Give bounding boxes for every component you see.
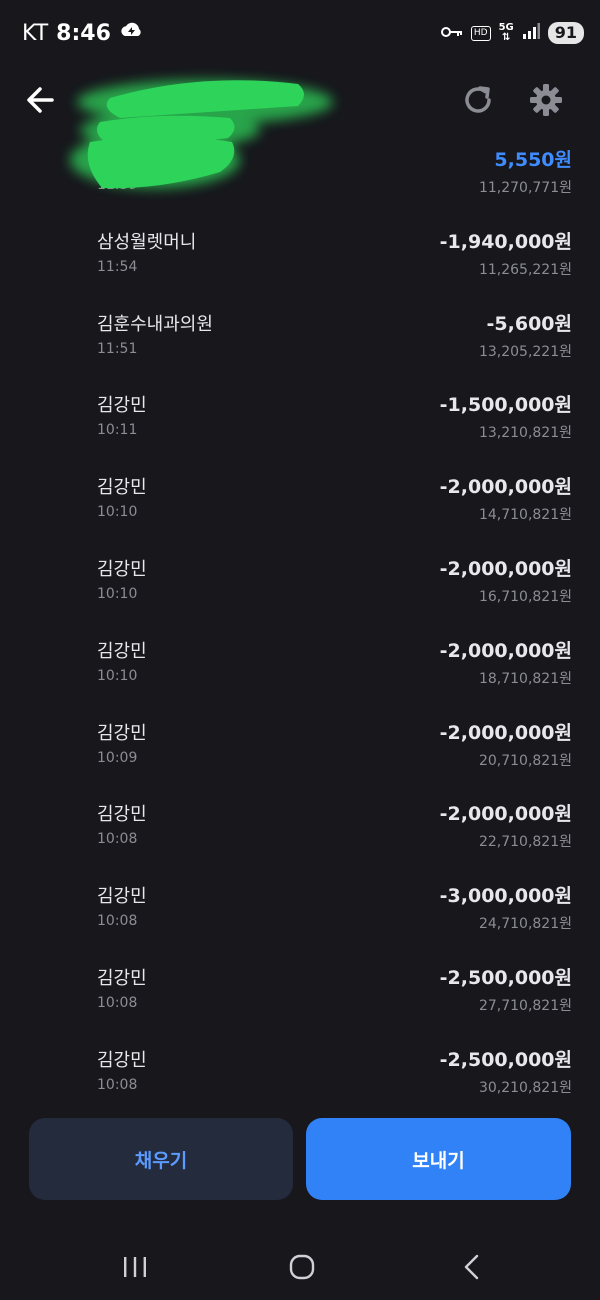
transaction-time: 10:08 xyxy=(97,913,138,930)
transaction-time: 11:54 xyxy=(97,258,138,275)
status-right: HD 5G ⇅ 91 xyxy=(440,22,584,44)
transaction-amount: -3,000,000원 xyxy=(439,885,572,908)
transaction-balance: 18,710,821원 xyxy=(478,670,572,687)
recents-button[interactable] xyxy=(120,1252,150,1282)
transaction-amount: -2,000,000원 xyxy=(439,476,572,499)
transaction-balance: 16,710,821원 xyxy=(478,588,572,605)
transaction-row[interactable]: 삼성월렛머니 11:54 -1,940,000원 11,265,221원 xyxy=(0,222,600,304)
network-5g-icon: 5G ⇅ xyxy=(498,22,514,43)
transaction-amount: -2,000,000원 xyxy=(439,557,572,580)
transaction-amount: -1,940,000원 xyxy=(439,230,572,253)
transaction-balance: 20,710,821원 xyxy=(478,752,572,769)
network-label: 5G xyxy=(498,22,514,33)
transaction-name: 김강민 xyxy=(97,640,147,662)
transaction-amount: -2,000,000원 xyxy=(439,721,572,744)
back-button[interactable] xyxy=(22,80,62,120)
transaction-row[interactable]: 김강민 10:10 -2,000,000원 16,710,821원 xyxy=(0,549,600,631)
transaction-name: 김강민 xyxy=(97,804,147,826)
transaction-amount: -2,500,000원 xyxy=(439,1048,572,1071)
transaction-row[interactable]: 김훈수내과의원 11:51 -5,600원 13,205,221원 xyxy=(0,304,600,386)
home-icon xyxy=(289,1254,315,1280)
gear-icon xyxy=(530,84,562,116)
transaction-name: 삼성월렛머니 xyxy=(97,231,197,253)
transaction-name: 김강민 xyxy=(97,1049,147,1071)
transaction-balance: 22,710,821원 xyxy=(478,834,572,851)
transaction-time: 10:08 xyxy=(97,1076,138,1093)
transaction-balance: 14,710,821원 xyxy=(478,507,572,524)
carrier-label: KT xyxy=(22,20,49,46)
nav-back-button[interactable] xyxy=(458,1252,488,1282)
system-nav-bar xyxy=(0,1230,600,1300)
transaction-time: 10:09 xyxy=(97,749,138,766)
transaction-name: 김강민 xyxy=(97,558,147,580)
fill-button[interactable]: 채우기 xyxy=(29,1118,293,1200)
transaction-amount: 5,550원 xyxy=(494,149,572,171)
transaction-amount: -2,000,000원 xyxy=(439,639,572,662)
status-left: KT 8:46 xyxy=(22,20,143,46)
transaction-name: 김강민 xyxy=(97,477,147,499)
transaction-balance: 13,205,221원 xyxy=(478,343,572,360)
transaction-row[interactable]: 김강민 10:08 -3,000,000원 24,710,821원 xyxy=(0,876,600,958)
transaction-amount: -2,000,000원 xyxy=(439,803,572,826)
home-button[interactable] xyxy=(287,1252,317,1282)
transaction-row[interactable]: 김강민 10:08 -2,000,000원 22,710,821원 xyxy=(0,794,600,876)
transaction-row[interactable]: 김강민 10:10 -2,000,000원 14,710,821원 xyxy=(0,467,600,549)
refresh-button[interactable] xyxy=(458,80,498,120)
clock: 8:46 xyxy=(56,20,111,46)
transaction-amount: -1,500,000원 xyxy=(439,394,572,417)
transaction-row[interactable]: 김강민 10:10 -2,000,000원 18,710,821원 xyxy=(0,631,600,713)
transaction-time: 10:11 xyxy=(97,422,138,439)
key-icon xyxy=(440,24,463,43)
chevron-left-icon xyxy=(464,1254,479,1280)
transaction-name: 김강민 xyxy=(97,395,147,417)
transaction-balance: 30,210,821원 xyxy=(478,1079,572,1096)
transaction-name: 김강민 xyxy=(97,967,147,989)
transaction-balance: 24,710,821원 xyxy=(478,916,572,933)
battery-badge: 91 xyxy=(547,22,584,44)
transaction-time: 10:10 xyxy=(97,585,138,602)
transaction-amount: -2,500,000원 xyxy=(439,966,572,989)
transaction-time: 10:10 xyxy=(97,504,138,521)
transaction-name: 김강민 xyxy=(97,722,147,744)
hd-badge: HD xyxy=(470,25,491,41)
transaction-row[interactable]: 김강민 10:09 -2,000,000원 20,710,821원 xyxy=(0,713,600,795)
recents-icon xyxy=(124,1257,146,1277)
arrow-left-icon xyxy=(27,87,54,113)
transaction-balance: 11,270,771원 xyxy=(478,180,572,196)
redaction-mark xyxy=(60,60,350,210)
transaction-row[interactable]: 김강민 10:08 -2,500,000원 27,710,821원 xyxy=(0,958,600,1040)
transaction-amount: -5,600원 xyxy=(486,312,572,335)
transaction-balance: 13,210,821원 xyxy=(478,425,572,442)
transaction-balance: 27,710,821원 xyxy=(478,997,572,1014)
transaction-time: 10:10 xyxy=(97,667,138,684)
transaction-time: 10:08 xyxy=(97,831,138,848)
transaction-list: 11:59 5,550원 11,270,771원 삼성월렛머니 11:54 -1… xyxy=(0,140,600,1122)
transaction-row[interactable]: 김강민 10:11 -1,500,000원 13,210,821원 xyxy=(0,385,600,467)
transaction-time: 10:08 xyxy=(97,994,138,1011)
refresh-icon xyxy=(465,86,491,113)
send-button[interactable]: 보내기 xyxy=(306,1118,571,1200)
transaction-time: 11:51 xyxy=(97,340,138,357)
transaction-name: 김훈수내과의원 xyxy=(97,313,213,335)
bottom-actions: 채우기 보내기 xyxy=(0,1118,600,1202)
transaction-name: 김강민 xyxy=(97,886,147,908)
settings-button[interactable] xyxy=(526,80,566,120)
transaction-balance: 11,265,221원 xyxy=(478,261,572,278)
signal-icon xyxy=(522,23,540,43)
cloud-sync-icon xyxy=(119,20,143,46)
transaction-row[interactable]: 김강민 10:08 -2,500,000원 30,210,821원 xyxy=(0,1040,600,1122)
